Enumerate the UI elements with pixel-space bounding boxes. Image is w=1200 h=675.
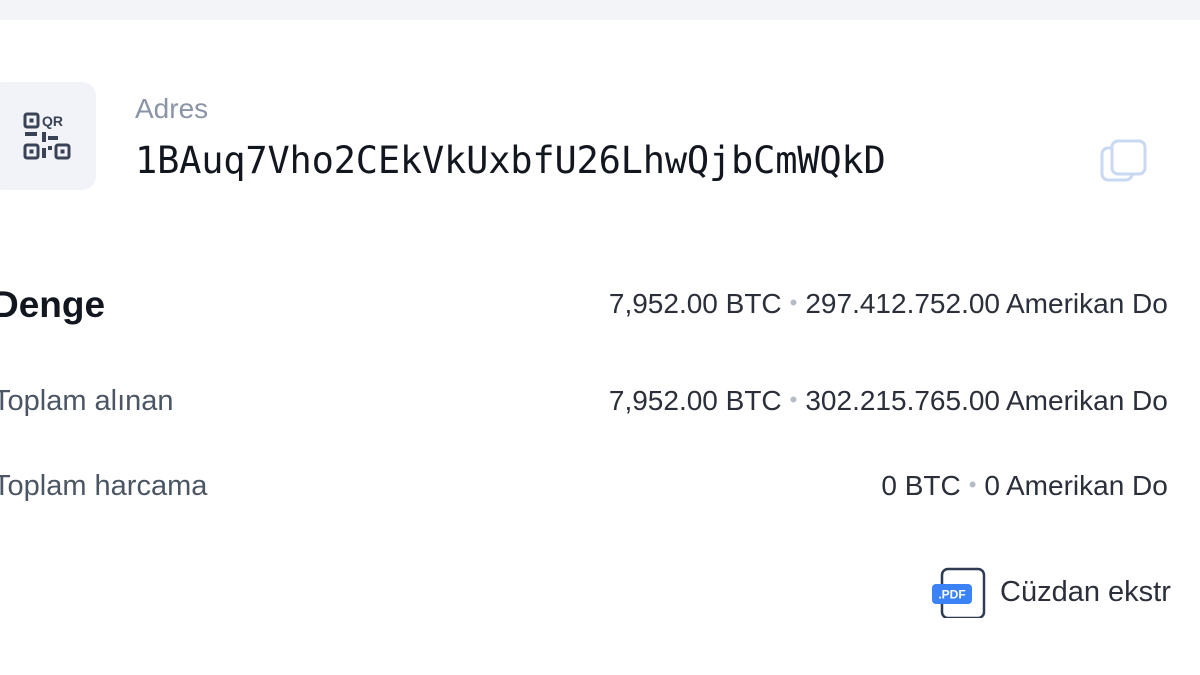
total-received-btc: 7,952.00 BTC — [608, 385, 782, 416]
copy-icon — [1100, 139, 1147, 182]
svg-text:QR: QR — [42, 113, 63, 129]
total-spent-row: Toplam harcama 0 BTC • 0 Amerikan Do — [0, 468, 1200, 514]
total-spent-btc: 0 BTC — [881, 470, 961, 501]
total-received-row: Toplam alınan 7,952.00 BTC • 302.215.765.0… — [0, 383, 1200, 429]
copy-address-button[interactable] — [1099, 138, 1149, 184]
balance-values: 7,952.00 BTC • 297.412.752.00 — [0, 288, 1000, 320]
balance-btc: 7,952.00 BTC — [608, 288, 782, 319]
separator-dot: • — [789, 387, 798, 412]
top-bar — [0, 0, 1200, 20]
pdf-badge-text: .PDF — [938, 588, 965, 602]
total-spent-fiat-amount: 0 — [984, 470, 1000, 501]
total-spent-values: 0 BTC • 0 — [0, 470, 1000, 502]
separator-dot: • — [968, 472, 977, 497]
total-received-fiat-amount: 302.215.765.00 — [805, 385, 1000, 416]
wallet-statement-link[interactable]: .PDF Cüzdan ekstr — [930, 566, 1171, 618]
balance-fiat-currency: Amerikan Do — [1006, 288, 1168, 319]
balance-row: Denge 7,952.00 BTC • 297.412.752.00 Amerik… — [0, 282, 1200, 332]
address-label: Adres — [135, 93, 209, 124]
total-received-fiat-currency: Amerikan Do — [1006, 385, 1168, 416]
qr-code-button[interactable]: QR — [0, 82, 96, 190]
total-spent-fiat-currency: Amerikan Do — [1006, 470, 1168, 501]
wallet-statement-label[interactable]: Cüzdan ekstr — [1000, 576, 1171, 609]
separator-dot: • — [789, 290, 798, 315]
address-value[interactable]: 1BAuq7Vho2CEkVkUxbfU26LhwQjbCmWQkD — [135, 138, 886, 184]
pdf-file-icon: .PDF — [932, 567, 986, 618]
qr-code-icon: QR — [23, 112, 71, 160]
balance-fiat-amount: 297.412.752.00 — [805, 288, 1000, 319]
total-received-values: 7,952.00 BTC • 302.215.765.00 — [0, 385, 1000, 417]
